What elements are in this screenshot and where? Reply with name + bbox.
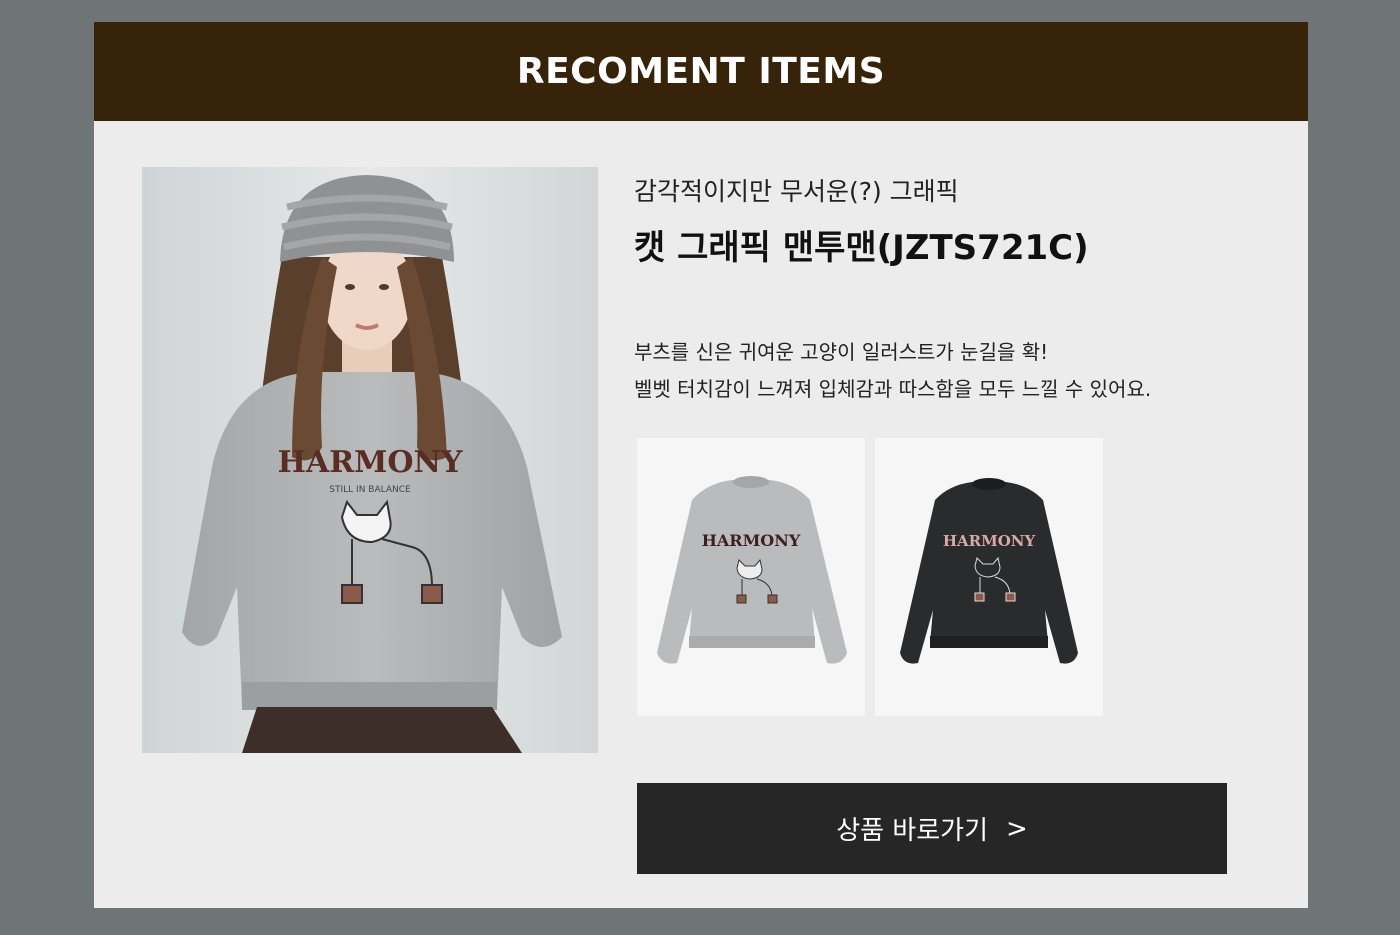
gray-sweatshirt-image: HARMONY (637, 438, 865, 716)
section-title: RECOMENT ITEMS (516, 51, 886, 92)
thumbnail-gray[interactable]: HARMONY (637, 438, 865, 716)
thumbnail-black[interactable]: HARMONY (875, 438, 1103, 716)
product-title[interactable]: 캣 그래픽 맨투맨(JZTS721C) (634, 220, 1089, 269)
go-to-product-button[interactable]: 상품 바로가기 > (637, 783, 1227, 874)
product-description: 부츠를 신은 귀여운 고양이 일러스트가 눈길을 확! 벨벳 터치감이 느껴져 … (634, 334, 1151, 408)
section-header: RECOMENT ITEMS (94, 22, 1308, 121)
recommend-card: RECOMENT ITEMS HARMONY STILL IN BALANCE … (94, 22, 1308, 908)
chevron-right-icon: > (1006, 813, 1028, 844)
graphic-text: HARMONY (943, 532, 1036, 550)
description-line: 벨벳 터치감이 느껴져 입체감과 따스함을 모두 느낄 수 있어요. (634, 377, 1152, 401)
model-photo[interactable]: HARMONY STILL IN BALANCE (142, 167, 598, 753)
product-subtitle: 감각적이지만 무서운(?) 그래픽 (634, 177, 959, 206)
graphic-text: HARMONY (702, 531, 801, 550)
model-illustration: HARMONY STILL IN BALANCE (142, 167, 598, 753)
graphic-text: HARMONY (278, 445, 463, 480)
description-line: 부츠를 신은 귀여운 고양이 일러스트가 눈길을 확! (634, 340, 1049, 364)
graphic-subtext: STILL IN BALANCE (329, 485, 411, 495)
black-sweatshirt-image: HARMONY (875, 438, 1103, 716)
go-to-product-label: 상품 바로가기 (836, 816, 988, 846)
